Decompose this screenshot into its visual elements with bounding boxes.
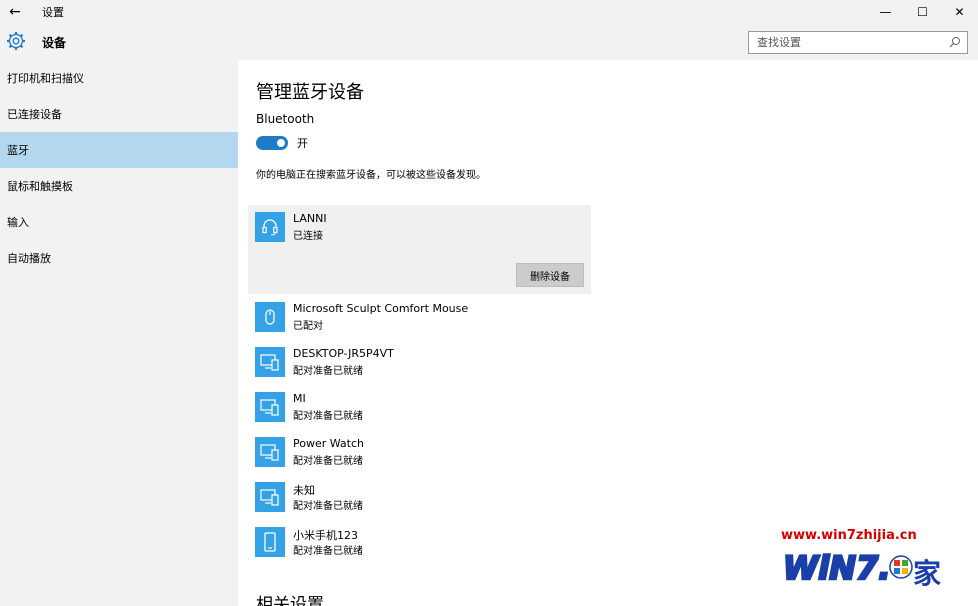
window-controls: — ☐ ✕	[867, 0, 978, 24]
device-status: 配对准备已就绪	[293, 546, 363, 557]
settings-header: 设备	[0, 24, 978, 60]
device-item[interactable]: 小米手机123 配对准备已就绪	[255, 527, 635, 567]
maximize-icon: ☐	[917, 5, 928, 19]
device-status: 配对准备已就绪	[293, 411, 363, 422]
device-name: LANNI	[293, 212, 327, 225]
minimize-icon: —	[879, 5, 892, 19]
sidebar-item-autoplay[interactable]: 自动播放	[0, 240, 238, 276]
mouse-icon	[255, 302, 285, 332]
sidebar: 打印机和扫描仪 已连接设备 蓝牙 鼠标和触摸板 输入 自动播放	[0, 60, 238, 606]
device-item[interactable]: Power Watch 配对准备已就绪	[255, 437, 635, 477]
device-status: 已连接	[293, 231, 323, 242]
discovery-description: 你的电脑正在搜索蓝牙设备，可以被这些设备发现。	[256, 170, 486, 181]
watermark-logo-suffix: 家	[913, 557, 941, 590]
phone-icon	[255, 527, 285, 557]
device-item[interactable]: Microsoft Sculpt Comfort Mouse 已配对	[255, 302, 635, 342]
maximize-button[interactable]: ☐	[904, 0, 941, 24]
bluetooth-toggle[interactable]	[256, 136, 288, 150]
device-name: 小米手机123	[293, 529, 358, 542]
bluetooth-label: Bluetooth	[256, 112, 315, 126]
watermark-logo: WiN7. WiN7. 家	[783, 548, 941, 590]
watermark-url: www.win7zhijia.cn	[781, 528, 917, 543]
devices-icon	[255, 482, 285, 512]
headset-icon	[255, 212, 285, 242]
sidebar-item-connected-devices[interactable]: 已连接设备	[0, 96, 238, 132]
main-content: 管理蓝牙设备 Bluetooth 开 你的电脑正在搜索蓝牙设备，可以被这些设备发…	[238, 60, 978, 606]
sidebar-item-bluetooth[interactable]: 蓝牙	[0, 132, 238, 168]
device-name: Microsoft Sculpt Comfort Mouse	[293, 302, 469, 315]
search-input[interactable]	[757, 36, 947, 49]
related-settings-title: 相关设置	[256, 595, 324, 606]
devices-icon	[255, 392, 285, 422]
device-name: DESKTOP-JR5P4VT	[293, 347, 394, 360]
sidebar-item-mouse-touchpad[interactable]: 鼠标和触摸板	[0, 168, 238, 204]
sidebar-item-typing[interactable]: 输入	[0, 204, 238, 240]
title-bar: ← 设置 — ☐ ✕	[0, 0, 978, 24]
window-title: 设置	[42, 6, 64, 19]
toggle-state-label: 开	[297, 137, 308, 150]
remove-device-button[interactable]: 删除设备	[516, 263, 584, 287]
device-status: 已配对	[293, 321, 323, 332]
devices-icon	[255, 437, 285, 467]
device-name: 未知	[293, 484, 315, 497]
device-status: 配对准备已就绪	[293, 366, 363, 377]
device-item[interactable]: 未知 配对准备已就绪	[255, 482, 635, 522]
devices-icon	[255, 347, 285, 377]
toggle-knob	[277, 139, 285, 147]
back-arrow-icon: ←	[9, 4, 21, 20]
close-button[interactable]: ✕	[941, 0, 978, 24]
device-item[interactable]: MI 配对准备已就绪	[255, 392, 635, 432]
device-name: Power Watch	[293, 437, 365, 450]
page-title: 管理蓝牙设备	[256, 82, 364, 103]
search-box[interactable]	[748, 31, 968, 54]
device-item[interactable]: DESKTOP-JR5P4VT 配对准备已就绪	[255, 347, 635, 387]
windows-orb-icon	[889, 555, 913, 579]
minimize-button[interactable]: —	[867, 0, 904, 24]
device-name: MI	[293, 392, 306, 405]
section-title: 设备	[42, 36, 67, 50]
watermark-logo-text-fill: WiN7.	[783, 549, 890, 587]
gear-icon	[7, 32, 25, 50]
back-button[interactable]: ←	[0, 0, 30, 24]
device-status: 配对准备已就绪	[293, 456, 363, 467]
sidebar-item-printers[interactable]: 打印机和扫描仪	[0, 60, 238, 96]
search-icon[interactable]	[949, 36, 961, 48]
device-item[interactable]: LANNI 已连接	[255, 212, 635, 252]
device-status: 配对准备已就绪	[293, 501, 363, 512]
close-icon: ✕	[954, 5, 965, 19]
